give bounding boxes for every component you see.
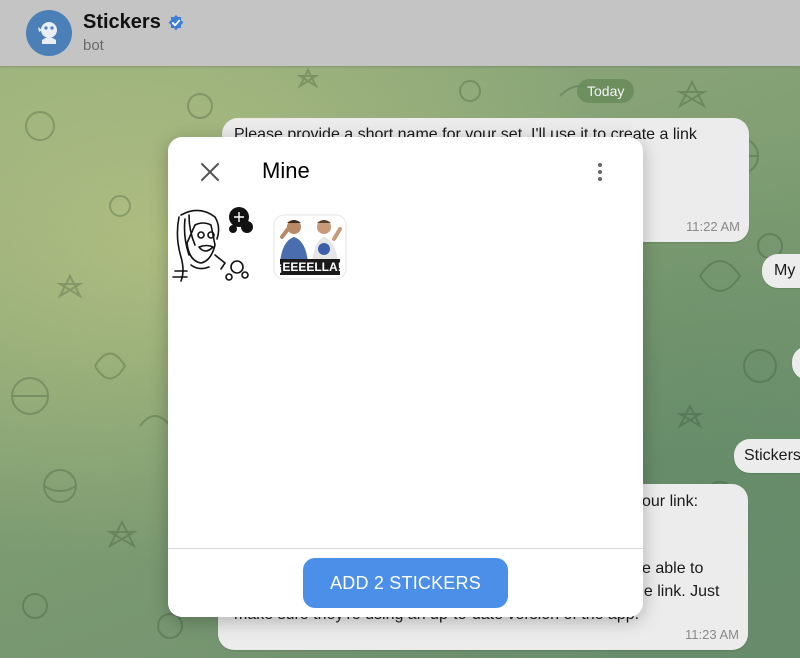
sticker-angry-girl[interactable]	[171, 205, 257, 285]
add-stickers-button[interactable]: ADD 2 STICKERS	[303, 558, 508, 608]
dialog-divider	[168, 548, 643, 549]
chat-subtitle: bot	[83, 37, 104, 54]
message-time: 11:22 AM	[686, 219, 740, 234]
sticker-caption: ¡EEEELLA!	[278, 260, 341, 274]
message-bubble[interactable]: My	[762, 254, 800, 288]
chat-title-text: Stickers	[83, 11, 161, 33]
message-text: ne link. Just	[635, 583, 720, 600]
verified-badge-icon	[167, 14, 185, 32]
message-text: our link:	[642, 493, 699, 510]
message-text: Stickers	[744, 447, 800, 464]
date-separator: Today	[577, 79, 635, 103]
message-text: e able to	[642, 560, 704, 577]
close-icon[interactable]	[197, 159, 223, 185]
sticker-two-men[interactable]: ¡EEEELLA!	[272, 213, 348, 281]
bot-avatar-icon[interactable]	[26, 10, 72, 56]
message-text: My	[774, 262, 796, 279]
dialog-title: Mine	[262, 158, 310, 183]
chat-header: Stickers bot	[0, 0, 800, 66]
more-vertical-icon[interactable]	[591, 159, 609, 185]
sticker-set-dialog: Mine ¡EEEELLA! ADD 2 STICKERS	[168, 137, 643, 617]
message-time: 11:23 AM	[685, 627, 739, 642]
chat-title: Stickers	[83, 11, 185, 34]
message-bubble[interactable]: Stickers	[734, 439, 800, 473]
